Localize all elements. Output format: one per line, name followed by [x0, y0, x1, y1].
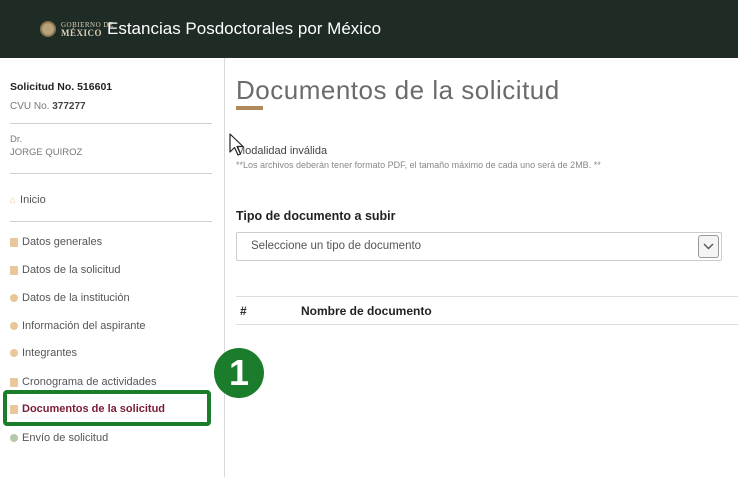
page-title: Documentos de la solicitud	[236, 75, 560, 105]
highlight-box	[3, 390, 211, 426]
title-underline	[236, 106, 263, 110]
chevron-down-icon[interactable]	[698, 235, 719, 258]
divider	[10, 221, 212, 222]
sidebar-item-inicio[interactable]: ⌂ Inicio	[10, 194, 46, 206]
solicitud-number: Solicitud No. 516601	[10, 81, 113, 93]
user-full-name: JORGE QUIROZ	[10, 147, 83, 158]
user-title: Dr.	[10, 134, 23, 145]
app-title[interactable]: Estancias Posdoctorales por México	[107, 19, 381, 39]
select-placeholder: Seleccione un tipo de documento	[251, 240, 422, 252]
table-border-bottom	[236, 324, 738, 325]
people-icon	[10, 322, 18, 330]
sidebar-item-integrantes[interactable]: Integrantes	[10, 347, 77, 359]
person-icon	[10, 294, 18, 302]
document-icon	[10, 265, 18, 275]
check-circle-icon	[10, 434, 18, 442]
divider	[10, 173, 212, 174]
table-header-document-name: Nombre de documento	[301, 304, 432, 318]
seal-icon	[40, 21, 56, 37]
top-bar: GOBIERNO DE MÉXICO Estancias Posdoctoral…	[0, 0, 738, 58]
table-header-number: #	[240, 304, 247, 318]
sidebar-item-datos-generales[interactable]: Datos generales	[10, 236, 102, 248]
sidebar-item-cronograma[interactable]: Cronograma de actividades	[10, 376, 157, 388]
sidebar-item-informacion-aspirante[interactable]: Información del aspirante	[10, 320, 146, 332]
gobierno-mexico-logo[interactable]: GOBIERNO DE MÉXICO	[40, 21, 114, 38]
cvu-number: CVU No. 377277	[10, 101, 86, 112]
logo-line2: MÉXICO	[61, 28, 102, 38]
table-border-top	[236, 296, 738, 297]
people-icon	[10, 349, 18, 357]
document-type-label: Tipo de documento a subir	[236, 209, 396, 223]
user-name: Dr. JORGE QUIROZ	[10, 133, 82, 159]
divider	[10, 123, 212, 124]
step-badge: 1	[214, 348, 264, 398]
document-type-select[interactable]: Seleccione un tipo de documento	[236, 232, 722, 261]
sidebar-item-datos-institucion[interactable]: Datos de la institución	[10, 292, 130, 304]
sidebar-item-datos-solicitud[interactable]: Datos de la solicitud	[10, 264, 120, 276]
calendar-icon	[10, 377, 18, 387]
modalidad-status: Modalidad inválida	[236, 145, 328, 157]
file-format-note: **Los archivos deberán tener formato PDF…	[236, 160, 601, 170]
mouse-cursor-icon	[229, 133, 244, 156]
document-icon	[10, 237, 18, 247]
home-icon: ⌂	[10, 194, 17, 206]
sidebar-item-envio[interactable]: Envío de solicitud	[10, 432, 108, 444]
